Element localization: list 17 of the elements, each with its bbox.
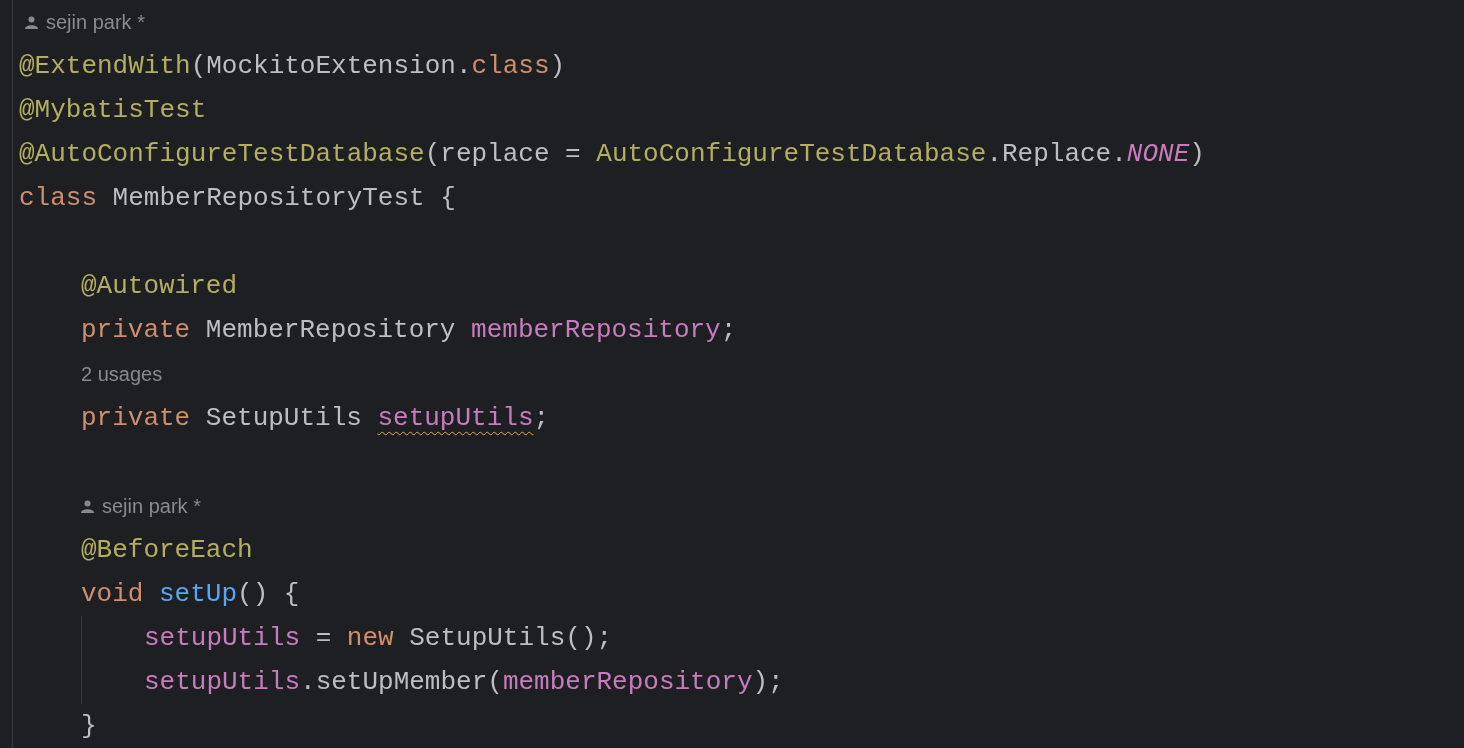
code-line: private MemberRepository memberRepository; xyxy=(81,314,737,347)
code-line: @MybatisTest xyxy=(19,94,207,127)
person-icon xyxy=(25,15,38,29)
code-line: class MemberRepositoryTest { xyxy=(19,182,456,215)
author-hint[interactable]: sejin park * xyxy=(102,494,201,518)
author-hint[interactable]: sejin park * xyxy=(46,10,145,34)
code-line: @AutoConfigureTestDatabase(replace = AutoConfigureTestDatabase.Replace.NONE) xyxy=(19,138,1205,171)
code-line: @ExtendWith(MockitoExtension.class) xyxy=(19,50,566,83)
code-line: } xyxy=(81,710,97,743)
person-icon xyxy=(81,499,94,513)
code-line: setupUtils = new SetupUtils(); xyxy=(144,622,613,655)
usages-hint[interactable]: 2 usages xyxy=(81,362,163,386)
code-line: @BeforeEach xyxy=(81,534,253,567)
code-line: void setUp() { xyxy=(81,578,300,611)
code-line: setupUtils.setUpMember(memberRepository); xyxy=(144,666,784,699)
code-line: @Autowired xyxy=(81,270,238,303)
code-line: private SetupUtils setupUtils; xyxy=(81,402,550,435)
